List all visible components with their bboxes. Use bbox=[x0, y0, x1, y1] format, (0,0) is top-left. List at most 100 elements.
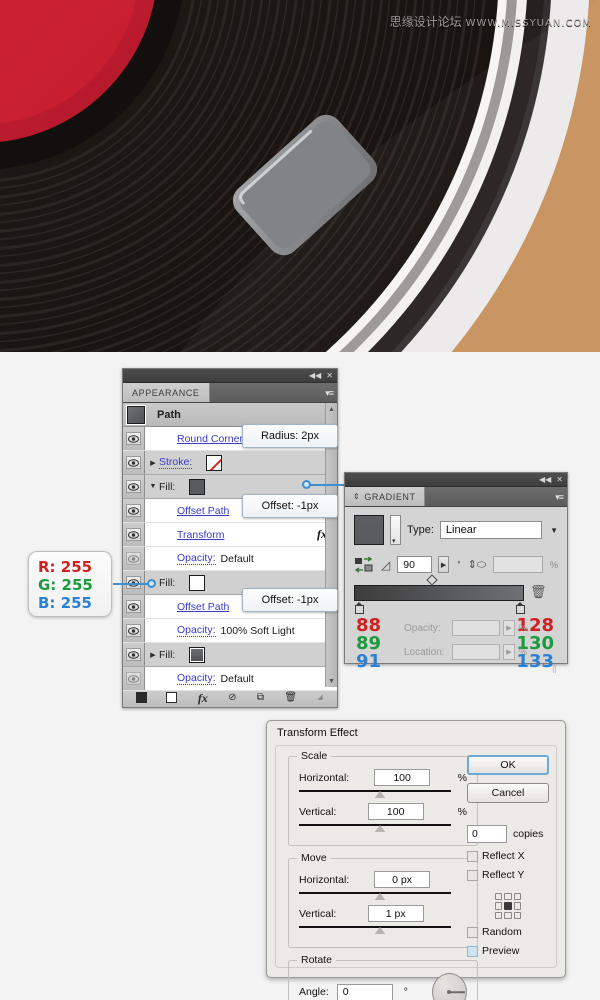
gradient-angle-input[interactable]: 90 bbox=[397, 556, 432, 573]
random-checkbox[interactable] bbox=[467, 926, 478, 938]
gradient-angle-spinner[interactable]: ▶ bbox=[437, 556, 450, 573]
move-horizontal-slider[interactable] bbox=[299, 890, 467, 901]
close-icon[interactable]: ✕ bbox=[556, 475, 563, 484]
slider-knob[interactable] bbox=[375, 825, 385, 832]
appearance-row-opacity-3[interactable]: ▶ Opacity: Default bbox=[123, 667, 337, 691]
gradient-opacity-input[interactable] bbox=[452, 620, 500, 636]
clear-appearance-icon[interactable]: ⊘ bbox=[228, 692, 236, 703]
gradient-type-select[interactable]: Linear bbox=[439, 521, 543, 539]
gradient-aspect-input[interactable] bbox=[493, 556, 543, 573]
origin-cell-tl[interactable] bbox=[495, 893, 503, 901]
stroke-swatch-none[interactable] bbox=[206, 454, 223, 471]
origin-cell-mr[interactable] bbox=[513, 902, 521, 910]
gradient-stop-left[interactable] bbox=[355, 602, 364, 614]
fill-swatch-gradient-2[interactable] bbox=[189, 646, 206, 663]
collapse-icon[interactable]: ◀◀ bbox=[539, 475, 551, 484]
preview-checkbox[interactable] bbox=[467, 945, 478, 957]
gradient-location-input[interactable] bbox=[452, 644, 500, 660]
tab-appearance[interactable]: APPEARANCE bbox=[123, 383, 210, 402]
tab-gradient[interactable]: ⇕ GRADIENT bbox=[345, 487, 425, 506]
gradient-opacity-spinner[interactable]: ▶ bbox=[503, 620, 515, 636]
slider-knob[interactable] bbox=[375, 791, 385, 798]
appearance-row-stroke[interactable]: ▶ Stroke: bbox=[123, 451, 337, 475]
add-new-fill-icon[interactable] bbox=[166, 692, 178, 703]
row-label-transform[interactable]: Transform bbox=[177, 529, 224, 541]
visibility-toggle[interactable] bbox=[123, 451, 145, 474]
delete-item-icon[interactable]: 🗑 bbox=[284, 692, 297, 703]
rotate-angle-input[interactable]: 0 bbox=[336, 983, 393, 1000]
gradient-midpoint-handle[interactable] bbox=[426, 574, 438, 586]
fill-swatch-white[interactable] bbox=[189, 574, 206, 591]
rotate-angle-dial[interactable] bbox=[431, 973, 467, 1000]
duplicate-item-icon[interactable]: ⧉ bbox=[257, 692, 264, 703]
delete-stop-icon[interactable]: 🗑 bbox=[530, 584, 547, 600]
reflect-y-checkbox-row[interactable]: Reflect Y bbox=[467, 869, 549, 881]
transform-origin-grid[interactable] bbox=[495, 893, 521, 919]
visibility-toggle[interactable] bbox=[123, 523, 145, 546]
appearance-row-opacity-1[interactable]: ▶ Opacity: Default bbox=[123, 547, 337, 571]
row-label-stroke[interactable]: Stroke: bbox=[159, 456, 193, 469]
slider-knob[interactable] bbox=[375, 927, 385, 934]
chevron-right-icon[interactable]: ▶ bbox=[147, 459, 159, 467]
visibility-toggle[interactable] bbox=[123, 619, 145, 642]
scale-horizontal-input[interactable]: 100 bbox=[374, 769, 431, 786]
resize-grip-icon[interactable]: ◢ bbox=[317, 694, 322, 701]
ok-button[interactable]: OK bbox=[467, 755, 549, 775]
visibility-toggle[interactable] bbox=[123, 595, 145, 618]
origin-cell-br[interactable] bbox=[513, 911, 521, 919]
random-checkbox-row[interactable]: Random bbox=[467, 926, 549, 938]
chevron-down-icon[interactable]: ▼ bbox=[550, 526, 558, 535]
move-vertical-input[interactable]: 1 px bbox=[367, 905, 424, 922]
add-new-effect-icon[interactable]: fx bbox=[198, 692, 208, 704]
scale-horizontal-slider[interactable] bbox=[299, 788, 467, 799]
visibility-toggle[interactable] bbox=[123, 643, 145, 666]
copies-input[interactable]: 0 bbox=[467, 825, 507, 843]
origin-cell-mc[interactable] bbox=[504, 902, 512, 910]
close-icon[interactable]: ✕ bbox=[326, 371, 333, 380]
move-vertical-slider[interactable] bbox=[299, 924, 467, 935]
reflect-x-checkbox-row[interactable]: Reflect X bbox=[467, 850, 549, 862]
visibility-toggle[interactable] bbox=[123, 427, 145, 450]
gradient-stop-right[interactable] bbox=[516, 602, 525, 614]
fill-swatch-gradient[interactable] bbox=[189, 478, 206, 495]
visibility-toggle[interactable] bbox=[123, 475, 145, 498]
origin-cell-bc[interactable] bbox=[504, 911, 512, 919]
preview-checkbox-row[interactable]: Preview bbox=[467, 945, 549, 957]
resize-grip-icon[interactable]: ⣿ bbox=[552, 666, 557, 673]
cancel-button[interactable]: Cancel bbox=[467, 783, 549, 803]
visibility-toggle[interactable] bbox=[123, 547, 145, 570]
visibility-toggle[interactable] bbox=[123, 499, 145, 522]
origin-cell-tc[interactable] bbox=[504, 893, 512, 901]
add-new-stroke-icon[interactable] bbox=[136, 692, 148, 703]
collapse-icon[interactable]: ◀◀ bbox=[309, 371, 321, 380]
visibility-toggle[interactable] bbox=[123, 667, 145, 690]
gradient-location-spinner[interactable]: ▶ bbox=[503, 644, 515, 660]
row-label-opacity-3[interactable]: Opacity: bbox=[177, 672, 216, 685]
scale-vertical-input[interactable]: 100 bbox=[367, 803, 424, 820]
slider-knob[interactable] bbox=[375, 893, 385, 900]
gradient-ramp-bar[interactable] bbox=[354, 585, 524, 601]
gradient-presets-dropdown[interactable] bbox=[390, 515, 401, 545]
move-horizontal-input[interactable]: 0 px bbox=[374, 871, 431, 888]
chevron-down-icon[interactable]: ▼ bbox=[147, 483, 159, 490]
row-label-opacity-1[interactable]: Opacity: bbox=[177, 552, 216, 565]
row-label-opacity-2[interactable]: Opacity: bbox=[177, 624, 216, 637]
scale-vertical-slider[interactable] bbox=[299, 822, 467, 833]
reflect-x-checkbox[interactable] bbox=[467, 850, 478, 862]
row-label-offset-path-2[interactable]: Offset Path bbox=[177, 601, 229, 613]
scroll-down-arrow[interactable]: ▼ bbox=[326, 675, 337, 687]
gradient-preview-swatch[interactable] bbox=[354, 515, 384, 545]
scroll-up-arrow[interactable]: ▲ bbox=[326, 403, 337, 415]
row-label-round-corners[interactable]: Round Corners bbox=[177, 433, 248, 445]
chevron-right-icon[interactable]: ▶ bbox=[147, 651, 159, 659]
reflect-y-checkbox[interactable] bbox=[467, 869, 478, 881]
row-label-offset-path-1[interactable]: Offset Path bbox=[177, 505, 229, 517]
origin-cell-ml[interactable] bbox=[495, 902, 503, 910]
origin-cell-bl[interactable] bbox=[495, 911, 503, 919]
panel-menu-icon[interactable]: ▾≡ bbox=[325, 388, 334, 399]
origin-cell-tr[interactable] bbox=[513, 893, 521, 901]
appearance-row-opacity-2[interactable]: ▶ Opacity: 100% Soft Light bbox=[123, 619, 337, 643]
appearance-row-fill-3[interactable]: ▶ Fill: bbox=[123, 643, 337, 667]
panel-menu-icon[interactable]: ▾≡ bbox=[555, 492, 564, 503]
reverse-gradient-icon[interactable] bbox=[354, 555, 374, 573]
